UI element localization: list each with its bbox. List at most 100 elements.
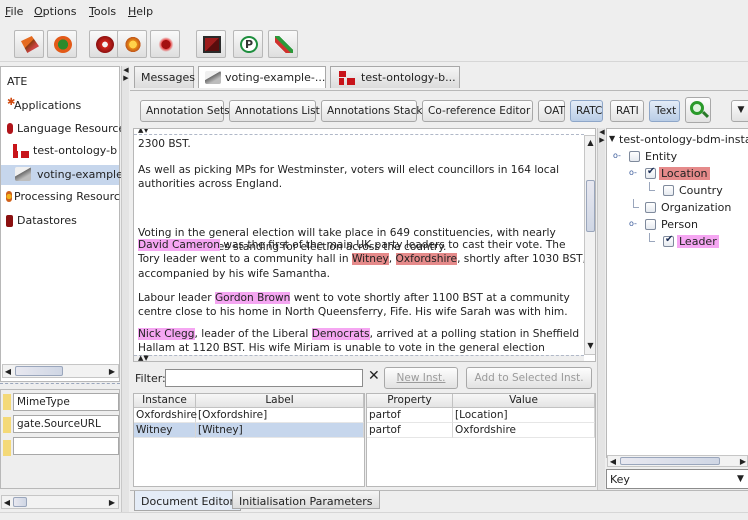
ontology-node-country[interactable]: Country — [607, 182, 748, 200]
checkbox-person[interactable] — [645, 219, 656, 230]
tab-document-editor[interactable]: Document Editor — [134, 491, 242, 511]
new-inst-button[interactable]: New Inst. — [384, 367, 458, 389]
scrollbar-thumb[interactable] — [13, 497, 27, 507]
tree-item-language-resources[interactable]: Language Resource — [1, 120, 125, 138]
edit-button[interactable] — [268, 30, 298, 58]
view-menu-button[interactable]: ▼ — [731, 100, 748, 122]
ocr-button[interactable]: P — [233, 30, 263, 58]
search-button[interactable] — [685, 97, 711, 123]
doc-paragraph-cameron[interactable]: David Cameron was the first of the main … — [138, 238, 586, 281]
key-combobox[interactable]: Key ▼ — [606, 469, 748, 489]
load-plugin-button[interactable] — [47, 30, 77, 58]
left-splitter[interactable] — [0, 383, 120, 388]
ontology-node-leader[interactable]: Leader — [607, 233, 748, 251]
feature-name-sourceurl[interactable]: gate.SourceURL — [13, 415, 119, 433]
menu-help[interactable]: Help — [128, 5, 153, 18]
ontology-node-organization[interactable]: Organization — [607, 199, 748, 217]
scrollbar-thumb[interactable] — [586, 180, 595, 232]
text-button[interactable]: Text — [649, 100, 680, 122]
text-vscrollbar[interactable]: ▲ ▼ — [584, 135, 595, 355]
datastore-button[interactable] — [150, 30, 180, 58]
annotations-stack-button[interactable]: Annotations Stack — [321, 100, 422, 122]
annotation-location[interactable]: Oxfordshire — [395, 253, 458, 266]
datastores-icon — [6, 215, 13, 227]
clear-filter-icon[interactable]: ✕ — [368, 368, 380, 384]
table-cell[interactable]: partof — [367, 408, 453, 423]
document-text-panel: ▲▼ 2300 BST. As well as picking MPs for … — [133, 128, 596, 362]
filter-label: Filter: — [135, 372, 166, 385]
table-cell[interactable]: Oxfordshire — [134, 408, 197, 423]
ontology-icon — [13, 144, 29, 158]
ontology-hscrollbar[interactable]: ◀ ▶ — [607, 455, 748, 467]
checkbox-entity[interactable] — [629, 151, 640, 162]
tree-toggle-icon: o- — [629, 168, 637, 177]
ontology-node-entity[interactable]: o- Entity — [607, 148, 748, 166]
annotation-organization[interactable]: Democrats — [311, 328, 370, 340]
checkbox-country[interactable] — [663, 185, 674, 196]
tab-test-ontology[interactable]: test-ontology-b... — [330, 66, 460, 88]
status-bar — [0, 512, 748, 520]
new-language-resource-button[interactable] — [89, 30, 119, 58]
scrollbar-thumb[interactable] — [620, 457, 720, 465]
new-application-button[interactable] — [14, 30, 44, 58]
annotation-sets-button[interactable]: Annotation Sets — [140, 100, 230, 122]
menu-tools[interactable]: Tools — [89, 5, 116, 18]
add-to-selected-inst-button[interactable]: Add to Selected Inst. — [466, 367, 592, 389]
coreference-editor-button[interactable]: Co-reference Editor — [422, 100, 533, 122]
tab-messages[interactable]: Messages — [134, 66, 195, 88]
features-table: MimeType gate.SourceURL — [0, 389, 120, 489]
doc-paragraph[interactable]: As well as picking MPs for Westminster, … — [138, 163, 586, 192]
text-splitter-top[interactable]: ▲▼ — [134, 129, 584, 135]
table-cell[interactable]: Oxfordshire — [453, 423, 595, 438]
column-header-label[interactable]: Label — [196, 394, 364, 408]
resources-hscrollbar[interactable]: ◀ ▶ — [2, 364, 119, 378]
annotations-list-button[interactable]: Annotations List — [229, 100, 320, 122]
tree-item-document[interactable]: voting-example- — [1, 165, 127, 185]
menu-options[interactable]: Options — [34, 5, 76, 18]
chevron-down-icon: ▼ — [737, 105, 745, 115]
annotation-location[interactable]: Witney — [351, 253, 389, 266]
tree-item-ontology[interactable]: test-ontology-b — [1, 142, 119, 160]
tree-root[interactable]: ATE — [1, 73, 119, 91]
annotation-person[interactable]: Gordon Brown — [214, 292, 291, 304]
ontology-splitter[interactable]: ◀ ▶ — [597, 128, 605, 490]
table-cell-selected[interactable]: Witney — [134, 423, 196, 438]
table-cell[interactable]: [Oxfordshire] — [196, 408, 364, 423]
doc-paragraph[interactable]: 2300 BST. — [138, 137, 586, 151]
filter-input[interactable] — [165, 369, 363, 387]
feature-name-empty[interactable] — [13, 437, 119, 455]
ontology-node-person[interactable]: o- Person — [607, 216, 748, 234]
ontology-node-location[interactable]: o- Location — [607, 165, 748, 183]
features-hscrollbar[interactable]: ◀ ▶ — [1, 495, 119, 509]
tab-initialisation-parameters[interactable]: Initialisation Parameters — [232, 491, 380, 509]
ratc-button[interactable]: RATC — [570, 100, 603, 122]
checkbox-leader[interactable] — [663, 234, 674, 247]
doc-paragraph-brown[interactable]: Labour leader Gordon Brown went to vote … — [138, 291, 586, 320]
column-header-instance[interactable]: Instance — [134, 394, 196, 408]
rati-button[interactable]: RATI — [610, 100, 644, 122]
feature-name-mimetype[interactable]: MimeType — [13, 393, 119, 411]
load-plugin-icon — [54, 36, 72, 53]
scrollbar-thumb[interactable] — [15, 366, 63, 376]
tab-voting-example[interactable]: voting-example-... — [198, 66, 326, 88]
checkbox-organization[interactable] — [645, 202, 656, 213]
checkbox-location[interactable] — [645, 166, 656, 179]
menu-file[interactable]: File — [5, 5, 23, 18]
table-cell[interactable]: [Location] — [453, 408, 595, 423]
table-cell-selected[interactable]: [Witney] — [196, 423, 364, 438]
table-cell[interactable]: partof — [367, 423, 453, 438]
oat-button[interactable]: OAT — [538, 100, 565, 122]
annotation-person[interactable]: David Cameron — [138, 239, 220, 251]
save-application-button[interactable] — [196, 30, 226, 58]
column-header-property[interactable]: Property — [367, 394, 453, 408]
tree-item-applications[interactable]: ✱ Applications — [1, 97, 119, 115]
text-splitter-bottom[interactable]: ▲▼ — [134, 354, 584, 361]
annotation-person[interactable]: Nick Clegg — [138, 328, 195, 340]
view-buttons-bar: Annotation Sets Annotations List Annotat… — [130, 90, 748, 128]
new-processing-resource-button[interactable] — [117, 30, 147, 58]
main-splitter[interactable]: ◀ ▶ — [121, 66, 129, 512]
ontology-root[interactable]: ▼ test-ontology-bdm-insta — [607, 131, 748, 149]
tree-item-datastores[interactable]: Datastores — [1, 212, 119, 230]
tree-item-processing-resources[interactable]: Processing Resourc — [1, 188, 120, 206]
column-header-value[interactable]: Value — [453, 394, 595, 408]
